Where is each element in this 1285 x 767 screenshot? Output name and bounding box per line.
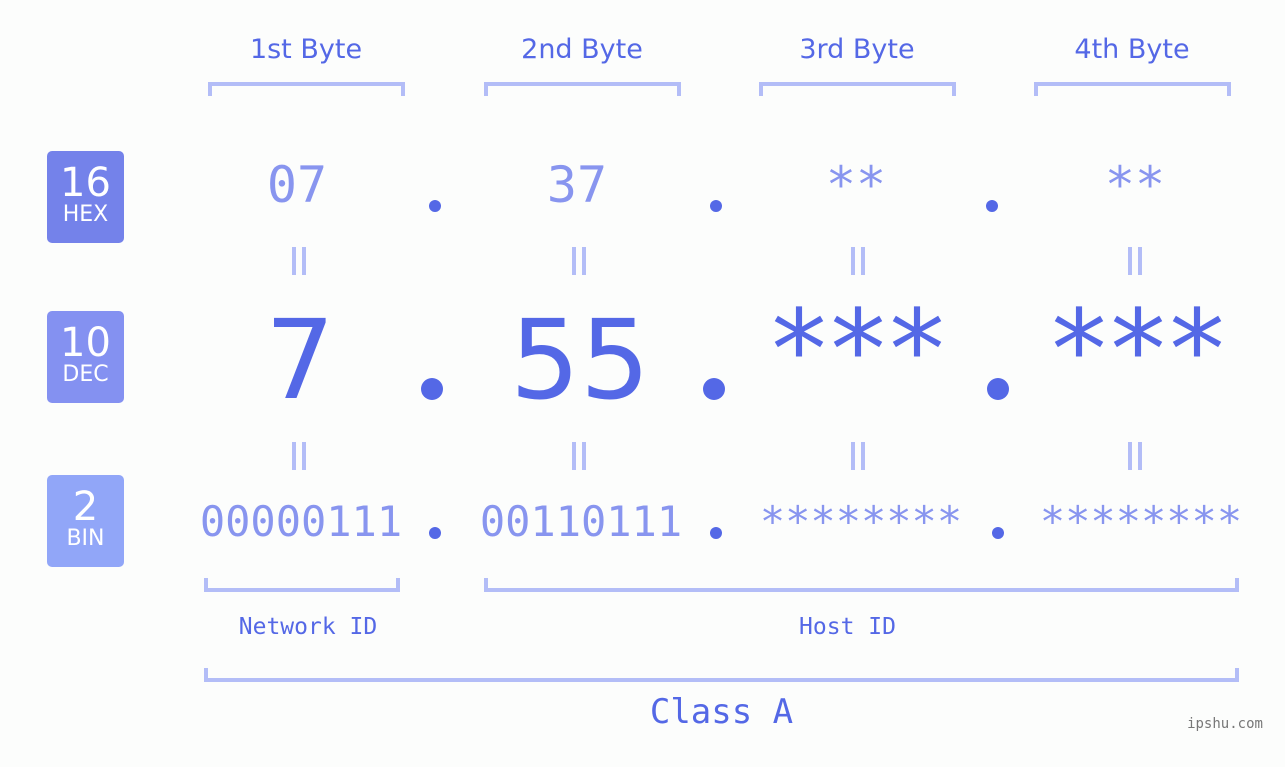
dec-base-number: 10: [60, 320, 111, 366]
dec-separator-3: [987, 378, 1009, 400]
bin-base-number: 2: [72, 484, 99, 530]
equals-icon: [292, 442, 306, 470]
dec-separator-1: [421, 378, 443, 400]
bin-separator-3: [992, 527, 1004, 539]
equals-icon: [1128, 247, 1142, 275]
dec-base-label: DEC: [62, 362, 109, 387]
class-label: Class A: [649, 692, 794, 732]
hex-byte-1: 07: [266, 156, 328, 214]
hex-separator-1: [429, 200, 441, 212]
bin-byte-3: ********: [759, 497, 963, 546]
host-id-label: Host ID: [799, 614, 896, 640]
byte-header-3: 3rd Byte: [799, 34, 915, 65]
dec-byte-3: ***: [771, 286, 949, 414]
class-bracket: [204, 668, 1239, 682]
watermark: ipshu.com: [1187, 716, 1263, 732]
byte-2-bracket: [484, 82, 681, 96]
dec-byte-2: 55: [510, 296, 650, 424]
bin-byte-4: ********: [1039, 497, 1243, 546]
bin-separator-2: [710, 527, 722, 539]
dec-badge: 10 DEC: [47, 311, 124, 403]
equals-icon: [851, 442, 865, 470]
dec-byte-4: ***: [1051, 286, 1229, 414]
host-id-bracket: [484, 578, 1239, 592]
bin-byte-2: 00110111: [479, 497, 683, 546]
bin-separator-1: [429, 527, 441, 539]
byte-1-bracket: [208, 82, 405, 96]
byte-header-4: 4th Byte: [1074, 34, 1190, 65]
hex-base-number: 16: [60, 160, 111, 206]
equals-icon: [851, 247, 865, 275]
hex-separator-2: [710, 200, 722, 212]
byte-header-2: 2nd Byte: [521, 34, 643, 65]
bin-base-label: BIN: [66, 526, 105, 551]
equals-icon: [292, 247, 306, 275]
network-id-label: Network ID: [238, 614, 378, 640]
equals-icon: [572, 247, 586, 275]
hex-base-label: HEX: [62, 202, 109, 227]
bin-byte-1: 00000111: [199, 497, 403, 546]
byte-4-bracket: [1034, 82, 1231, 96]
equals-icon: [572, 442, 586, 470]
dec-byte-1: 7: [265, 296, 335, 424]
byte-header-1: 1st Byte: [249, 34, 363, 65]
hex-byte-3: **: [825, 156, 887, 214]
hex-separator-3: [986, 200, 998, 212]
bin-badge: 2 BIN: [47, 475, 124, 567]
equals-icon: [1128, 442, 1142, 470]
hex-badge: 16 HEX: [47, 151, 124, 243]
hex-byte-2: 37: [546, 156, 608, 214]
dec-separator-2: [703, 378, 725, 400]
network-id-bracket: [204, 578, 400, 592]
hex-byte-4: **: [1104, 156, 1166, 214]
byte-3-bracket: [759, 82, 956, 96]
